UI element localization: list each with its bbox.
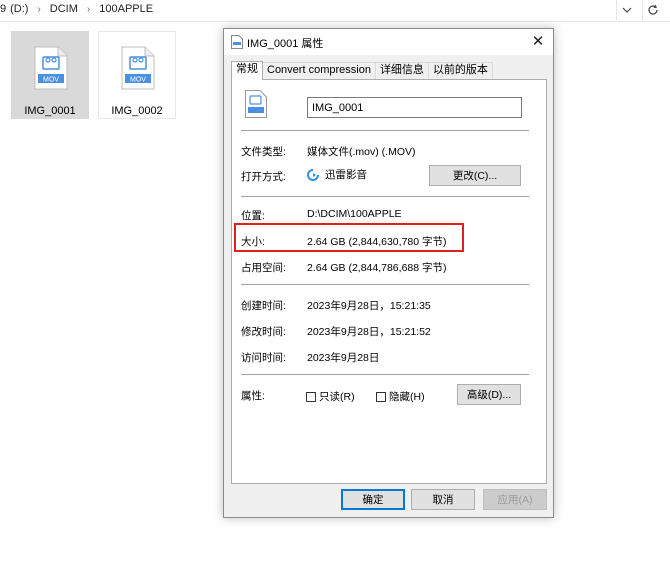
- svg-text:MOV: MOV: [130, 77, 146, 84]
- tab-details[interactable]: 详细信息: [374, 62, 429, 79]
- mov-file-icon: [245, 90, 267, 118]
- hidden-checkbox[interactable]: 隐藏(H): [376, 389, 425, 404]
- close-button[interactable]: ✕: [523, 29, 553, 53]
- readonly-label: 只读(R): [319, 391, 355, 403]
- breadcrumb-100apple[interactable]: 100APPLE: [99, 3, 153, 15]
- svg-text:MOV: MOV: [43, 77, 59, 84]
- cancel-button[interactable]: 取消: [411, 489, 475, 510]
- divider: [241, 196, 529, 197]
- accessed-label: 访问时间:: [241, 352, 286, 364]
- accessed-value: 2023年9月28日: [307, 352, 380, 364]
- change-button[interactable]: 更改(C)...: [429, 165, 521, 186]
- opens-with-label: 打开方式:: [241, 171, 286, 183]
- dialog-title: IMG_0001 属性: [247, 38, 324, 50]
- checkbox-box[interactable]: [376, 391, 386, 402]
- created-label: 创建时间:: [241, 300, 286, 312]
- breadcrumb: 9 (D:) › DCIM › 100APPLE: [0, 3, 153, 15]
- size-highlight-box: [234, 223, 464, 252]
- file-name: IMG_0001: [24, 105, 76, 117]
- filename-input[interactable]: [307, 97, 522, 118]
- file-name: IMG_0002: [111, 105, 163, 117]
- file-tile-img-0001[interactable]: MOV IMG_0001: [11, 31, 89, 119]
- location-value: D:\DCIM\100APPLE: [307, 208, 402, 220]
- disk-size-label: 占用空间:: [241, 262, 286, 274]
- breadcrumb-drive[interactable]: (D:): [10, 3, 28, 15]
- attributes-label: 属性:: [241, 390, 265, 402]
- properties-dialog: IMG_0001 属性 ✕ 常规 Convert compression 详细信…: [223, 28, 554, 518]
- hidden-label: 隐藏(H): [389, 391, 425, 403]
- breadcrumb-prefix: 9: [0, 3, 7, 15]
- tab-general[interactable]: 常规: [231, 61, 263, 80]
- disk-size-value: 2.64 GB (2,844,786,688 字节): [307, 262, 447, 274]
- address-bar[interactable]: 9 (D:) › DCIM › 100APPLE: [0, 0, 670, 22]
- tab-convert-compression[interactable]: Convert compression: [262, 62, 376, 79]
- chevron-right-icon: ›: [86, 3, 91, 15]
- location-label: 位置:: [241, 210, 265, 222]
- advanced-button[interactable]: 高级(D)...: [457, 384, 521, 405]
- xunlei-player-icon: [307, 168, 319, 181]
- modified-label: 修改时间:: [241, 326, 286, 338]
- breadcrumb-dcim[interactable]: DCIM: [50, 3, 78, 15]
- file-icon: [231, 35, 243, 49]
- file-tile-img-0002[interactable]: MOV IMG_0002: [98, 31, 176, 119]
- chevron-right-icon: ›: [37, 3, 41, 15]
- ok-button[interactable]: 确定: [341, 489, 405, 510]
- tab-previous-versions[interactable]: 以前的版本: [427, 62, 493, 79]
- general-panel: 文件类型: 媒体文件(.mov) (.MOV) 打开方式: 迅雷影音 更改(C)…: [231, 79, 547, 484]
- refresh-icon[interactable]: [642, 0, 662, 20]
- close-icon: ✕: [531, 33, 545, 50]
- type-value: 媒体文件(.mov) (.MOV): [307, 146, 416, 158]
- checkbox-box[interactable]: [306, 391, 316, 402]
- created-value: 2023年9月28日，15:21:35: [307, 300, 431, 312]
- dialog-titlebar[interactable]: IMG_0001 属性 ✕: [224, 29, 553, 55]
- readonly-checkbox[interactable]: 只读(R): [306, 389, 355, 404]
- tab-strip: 常规 Convert compression 详细信息 以前的版本: [231, 61, 493, 80]
- mov-file-icon: MOV: [34, 46, 68, 90]
- divider: [241, 374, 529, 375]
- modified-value: 2023年9月28日，15:21:52: [307, 326, 431, 338]
- opens-with-value: 迅雷影音: [307, 167, 367, 182]
- type-label: 文件类型:: [241, 146, 286, 158]
- apply-button[interactable]: 应用(A): [483, 489, 547, 510]
- divider: [241, 284, 529, 285]
- chevron-down-icon[interactable]: [616, 0, 636, 20]
- opens-with-app: 迅雷影音: [325, 169, 367, 181]
- divider: [241, 130, 529, 131]
- mov-file-icon: MOV: [121, 46, 155, 90]
